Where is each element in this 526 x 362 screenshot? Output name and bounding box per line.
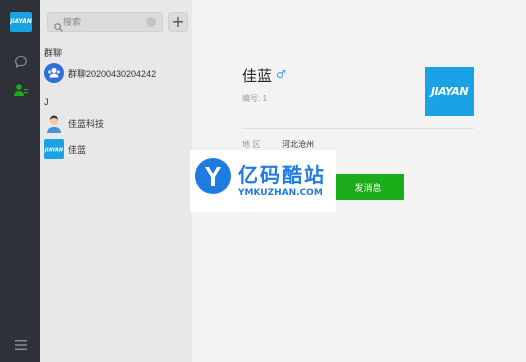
profile-avatar-text: JIAYAN: [430, 85, 469, 98]
app-logo-text: JIAYAN: [10, 18, 32, 25]
region-label: 地 区: [242, 140, 261, 149]
contact-item-group[interactable]: 群聊20200430204242: [40, 60, 192, 86]
jiayan-logo-avatar: JIAYAN: [44, 139, 64, 159]
watermark-title: 亿码酷站: [238, 163, 326, 187]
male-icon: ♂: [276, 68, 286, 81]
watermark-logo-icon: [195, 158, 231, 194]
contact-item-jialan-tech[interactable]: 佳蓝科技: [40, 110, 192, 136]
divider: [242, 128, 474, 129]
watermark: 亿码酷站 YMKUZHAN.COM: [190, 150, 336, 212]
watermark-url: YMKUZHAN.COM: [238, 188, 323, 198]
app-window: JIAYAN + 群聊 群聊20200430204242 J: [0, 0, 526, 362]
left-rail: JIAYAN: [0, 0, 40, 362]
menu-icon[interactable]: [11, 336, 31, 354]
add-contact-button[interactable]: +: [168, 12, 188, 32]
contact-name: 佳蓝科技: [68, 119, 105, 129]
contacts-icon[interactable]: [11, 81, 31, 99]
svg-text:JIAYAN: JIAYAN: [44, 148, 64, 154]
section-header-j: J: [44, 97, 49, 107]
contact-name: 群聊20200430204242: [68, 69, 157, 79]
search-box[interactable]: [47, 12, 163, 32]
contact-name: 佳蓝: [68, 145, 87, 155]
contacts-panel: + 群聊 群聊20200430204242 J 佳蓝科技 JIAYAN 佳蓝: [40, 0, 192, 362]
search-input[interactable]: [63, 15, 145, 29]
contact-item-jialan[interactable]: JIAYAN 佳蓝: [40, 136, 192, 162]
profile-id: 编号: 1: [242, 94, 267, 103]
clear-search-icon[interactable]: [146, 17, 156, 27]
region-value: 河北沧州: [282, 140, 314, 149]
person-avatar: [44, 113, 64, 133]
chat-icon[interactable]: [11, 53, 31, 71]
app-logo[interactable]: JIAYAN: [10, 12, 32, 32]
group-avatar: [44, 63, 64, 83]
profile-name: 佳蓝: [242, 68, 273, 85]
send-message-button[interactable]: 发消息: [332, 174, 404, 200]
search-icon: [54, 17, 63, 36]
section-header-groups: 群聊: [44, 48, 63, 58]
profile-avatar[interactable]: JIAYAN: [425, 67, 474, 116]
